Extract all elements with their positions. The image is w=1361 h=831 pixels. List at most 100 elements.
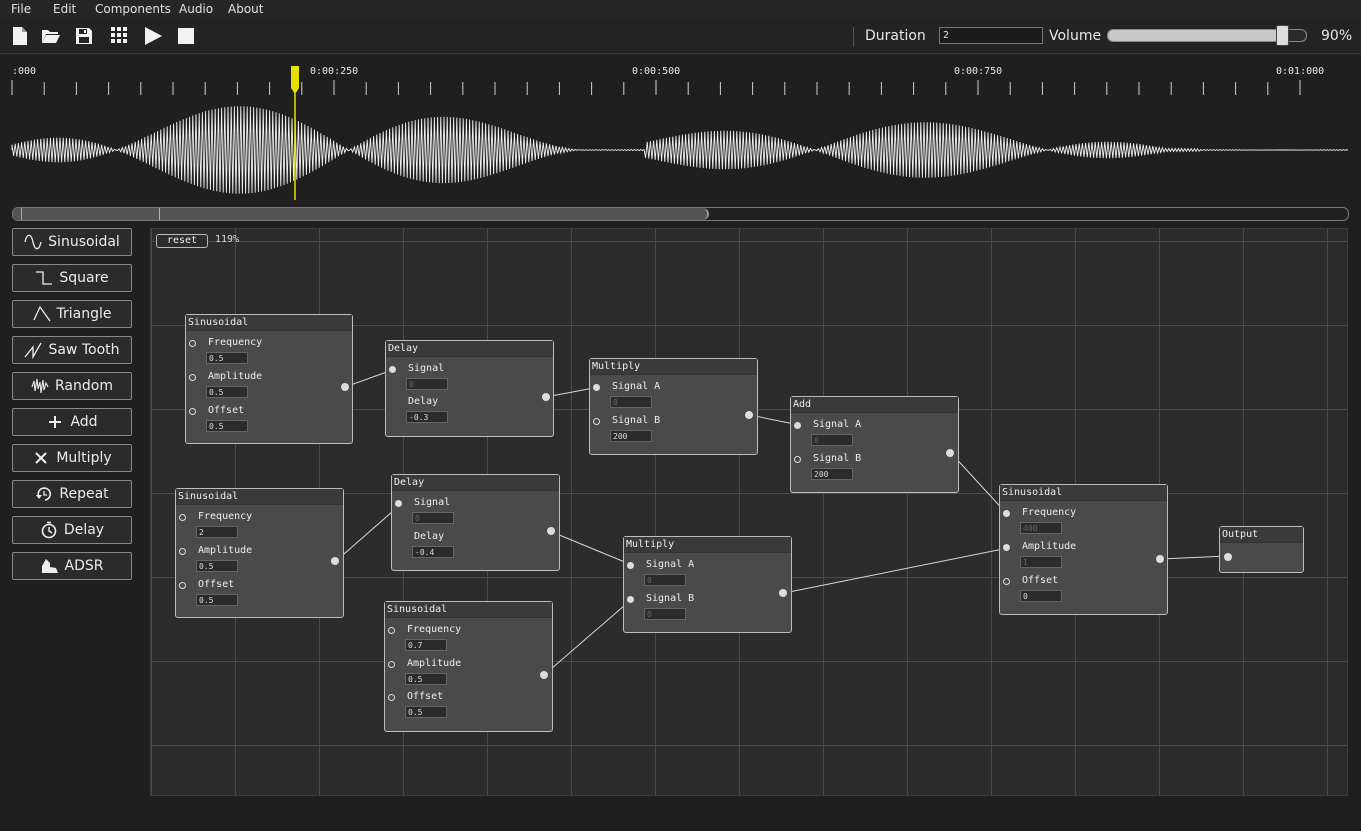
node-delay-1[interactable]: Delay Signal 0 Delay -0.3	[385, 340, 554, 437]
amplitude-value[interactable]: 0.5	[206, 386, 248, 398]
node-sinusoidal-3[interactable]: Sinusoidal Frequency 0.7 Amplitude 0.5 Off…	[384, 601, 553, 732]
output-port[interactable]	[341, 383, 349, 391]
signal-value[interactable]: 0	[406, 378, 448, 390]
save-icon[interactable]	[74, 26, 94, 46]
input-port[interactable]	[189, 374, 196, 381]
offset-value[interactable]: 0.5	[405, 706, 447, 718]
square-button[interactable]: Square	[12, 264, 132, 292]
output-port[interactable]	[946, 449, 954, 457]
node-sinusoidal-4[interactable]: Sinusoidal Frequency 400 Amplitude 1 Offse…	[999, 484, 1168, 615]
node-editor-canvas[interactable]: reset 119% Sinusoidal Frequency 0.5 Ampli…	[150, 228, 1348, 796]
menu-file[interactable]: File	[11, 2, 31, 16]
offset-value[interactable]: 0.5	[206, 420, 248, 432]
timeline-scroll-thumb[interactable]	[13, 208, 710, 220]
delay-value[interactable]: -0.3	[406, 411, 448, 423]
saw-tooth-button[interactable]: Saw Tooth	[12, 336, 132, 364]
node-multiply-1[interactable]: Multiply Signal A 0 Signal B 200	[589, 358, 758, 455]
reset-zoom-button[interactable]: reset	[156, 234, 208, 248]
menu-about[interactable]: About	[228, 2, 263, 16]
node-multiply-2[interactable]: Multiply Signal A 0 Signal B 0	[623, 536, 792, 633]
stop-icon[interactable]	[176, 26, 196, 46]
output-port[interactable]	[779, 589, 787, 597]
wire-delay2-mul2	[551, 531, 633, 566]
output-port[interactable]	[745, 411, 753, 419]
frequency-value[interactable]: 0.7	[405, 639, 447, 651]
port-label: Signal A	[612, 381, 661, 392]
signal-a-value[interactable]: 0	[811, 434, 853, 446]
new-file-icon[interactable]	[10, 26, 30, 46]
add-button[interactable]: Add	[12, 408, 132, 436]
grid-icon[interactable]	[110, 26, 130, 46]
adsr-button[interactable]: ADSR	[12, 552, 132, 580]
input-port[interactable]	[794, 456, 801, 463]
delay-button-label: Delay	[63, 522, 105, 538]
node-add-1[interactable]: Add Signal A 0 Signal B 200	[790, 396, 959, 493]
output-port[interactable]	[1156, 555, 1164, 563]
port-label: Amplitude	[407, 658, 462, 669]
node-output[interactable]: Output	[1219, 526, 1304, 573]
offset-value[interactable]: 0.5	[196, 594, 238, 606]
signal-b-value[interactable]: 0	[644, 608, 686, 620]
input-port[interactable]	[794, 422, 801, 429]
signal-a-value[interactable]: 0	[610, 396, 652, 408]
input-port[interactable]	[627, 562, 634, 569]
scroll-playhead-marker	[159, 208, 160, 220]
input-port[interactable]	[179, 514, 186, 521]
input-port[interactable]	[179, 582, 186, 589]
delay-button[interactable]: Delay	[12, 516, 132, 544]
output-port[interactable]	[547, 527, 555, 535]
node-sinusoidal-1[interactable]: Sinusoidal Frequency 0.5 Amplitude 0.5 Off…	[185, 314, 353, 444]
delay-value[interactable]: -0.4	[412, 546, 454, 558]
input-port[interactable]	[593, 418, 600, 425]
input-port[interactable]	[1003, 578, 1010, 585]
port-label: Delay	[408, 396, 439, 407]
input-port[interactable]	[388, 694, 395, 701]
input-port[interactable]	[593, 384, 600, 391]
triangle-button[interactable]: Triangle	[12, 300, 132, 328]
signal-value[interactable]: 0	[412, 512, 454, 524]
timeline[interactable]: :000 0:00:250 0:00:500 0:00:750 0:01:000	[0, 54, 1361, 204]
port-label: Signal	[408, 363, 445, 374]
input-port[interactable]	[627, 596, 634, 603]
menu-edit[interactable]: Edit	[53, 2, 76, 16]
input-port[interactable]	[1224, 553, 1232, 561]
random-button[interactable]: Random	[12, 372, 132, 400]
signal-b-value[interactable]: 200	[811, 468, 853, 480]
input-port[interactable]	[388, 661, 395, 668]
frequency-value[interactable]: 400	[1020, 522, 1062, 534]
input-port[interactable]	[189, 340, 196, 347]
output-port[interactable]	[542, 393, 550, 401]
node-delay-2[interactable]: Delay Signal 0 Delay -0.4	[391, 474, 560, 571]
playhead-marker[interactable]	[291, 66, 299, 94]
input-port[interactable]	[179, 548, 186, 555]
play-icon[interactable]	[143, 26, 163, 46]
signal-a-value[interactable]: 0	[644, 574, 686, 586]
node-sinusoidal-2[interactable]: Sinusoidal Frequency 2 Amplitude 0.5 Offse…	[175, 488, 344, 618]
input-port[interactable]	[389, 366, 396, 373]
input-port[interactable]	[1003, 544, 1010, 551]
output-port[interactable]	[331, 557, 339, 565]
input-port[interactable]	[388, 627, 395, 634]
node-title: Delay	[386, 341, 553, 357]
amplitude-value[interactable]: 1	[1020, 556, 1062, 568]
frequency-value[interactable]: 2	[196, 526, 238, 538]
timeline-scrollbar[interactable]	[12, 207, 1349, 221]
open-folder-icon[interactable]	[41, 26, 61, 46]
signal-b-value[interactable]: 200	[610, 430, 652, 442]
output-port[interactable]	[540, 671, 548, 679]
menu-audio[interactable]: Audio	[179, 2, 213, 16]
sinusoidal-button[interactable]: Sinusoidal	[12, 228, 132, 256]
offset-value[interactable]: 0	[1020, 590, 1062, 602]
amplitude-value[interactable]: 0.5	[196, 560, 238, 572]
duration-input[interactable]	[939, 27, 1043, 44]
input-port[interactable]	[1003, 510, 1010, 517]
volume-slider-thumb[interactable]	[1276, 25, 1290, 46]
multiply-button[interactable]: Multiply	[12, 444, 132, 472]
repeat-button[interactable]: Repeat	[12, 480, 132, 508]
menu-components[interactable]: Components	[95, 2, 171, 16]
triangle-wave-icon	[32, 305, 51, 322]
frequency-value[interactable]: 0.5	[206, 352, 248, 364]
amplitude-value[interactable]: 0.5	[405, 673, 447, 685]
input-port[interactable]	[189, 408, 196, 415]
input-port[interactable]	[395, 500, 402, 507]
